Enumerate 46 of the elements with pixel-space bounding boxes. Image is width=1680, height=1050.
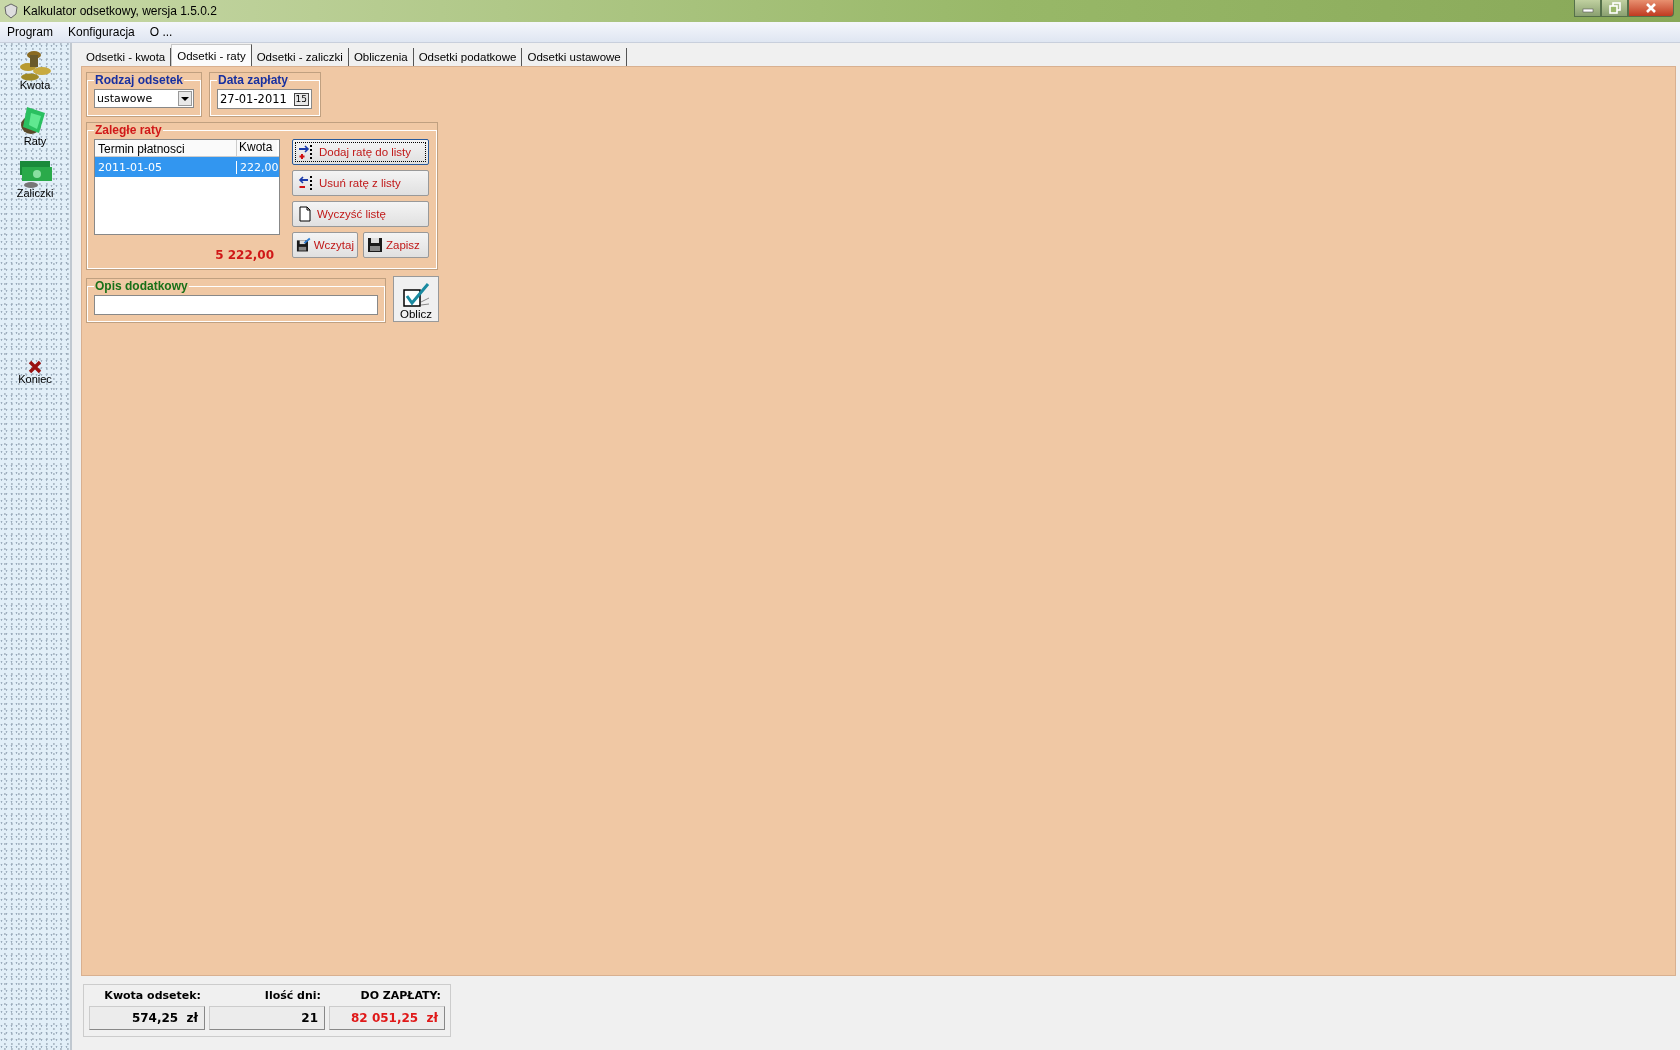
add-button[interactable]: Dodaj ratę do listy <box>292 139 429 165</box>
remove-button[interactable]: Usuń ratę z listy <box>292 170 429 196</box>
calendar-button[interactable]: 15 <box>293 92 309 106</box>
sidebar-item[interactable]: Kwota <box>16 47 54 91</box>
group-label: Data zapłaty <box>217 73 290 87</box>
save-button[interactable]: Zapisz <box>363 232 429 258</box>
floppy-icon <box>367 237 383 253</box>
sidebar-item[interactable]: Koniec <box>18 359 52 385</box>
date-field[interactable]: 27-01-2011 15 <box>217 89 312 109</box>
group-label: Zaległe raty <box>94 123 163 137</box>
column-header[interactable]: Kwota <box>237 140 277 156</box>
sidebar-item[interactable]: Raty <box>17 103 53 147</box>
add-row-icon <box>298 144 314 160</box>
checkmark-icon <box>401 282 431 308</box>
banknotes-icon <box>17 159 53 189</box>
document-icon <box>298 206 312 222</box>
restore-icon <box>1608 2 1621 14</box>
total-amount: 5 222,00 <box>215 248 274 262</box>
load-button[interactable]: Wczytaj <box>292 232 358 258</box>
tab[interactable]: Odsetki - raty <box>171 44 252 66</box>
interest-type-dropdown[interactable]: ustawowe <box>94 89 194 108</box>
exit-icon <box>27 359 43 375</box>
app-icon <box>3 3 19 19</box>
group-label: Rodzaj odsetek <box>94 73 185 87</box>
restore-button[interactable] <box>1601 0 1628 17</box>
summary-label: Kwota odsetek: <box>104 989 202 1002</box>
window-title: Kalkulator odsetkowy, wersja 1.5.0.2 <box>23 4 217 18</box>
group-label: Opis dodatkowy <box>94 279 189 293</box>
calculate-button[interactable]: Oblicz <box>393 276 439 322</box>
close-button[interactable] <box>1628 0 1674 17</box>
sidebar-item[interactable]: Zaliczki <box>16 159 54 199</box>
summary-value: 82 051,25 zł <box>329 1006 445 1030</box>
menu-item[interactable]: Program <box>7 25 53 39</box>
menu-item[interactable]: Konfiguracja <box>68 25 135 39</box>
close-icon <box>1644 2 1658 14</box>
summary-label: Ilość dni: <box>264 989 322 1002</box>
description-field[interactable] <box>94 295 378 315</box>
summary-value: 574,25 zł <box>89 1006 205 1030</box>
summary-value: 21 <box>209 1006 325 1030</box>
menu-item[interactable]: O ... <box>149 25 173 39</box>
floppy-icon <box>296 237 311 253</box>
column-header[interactable]: Termin płatnosci <box>95 140 237 156</box>
minimize-button[interactable] <box>1574 0 1601 17</box>
summary-label: DO ZAPŁATY: <box>360 989 442 1002</box>
clear-button[interactable]: Wyczyść listę <box>292 201 429 227</box>
remove-row-icon <box>298 175 314 191</box>
